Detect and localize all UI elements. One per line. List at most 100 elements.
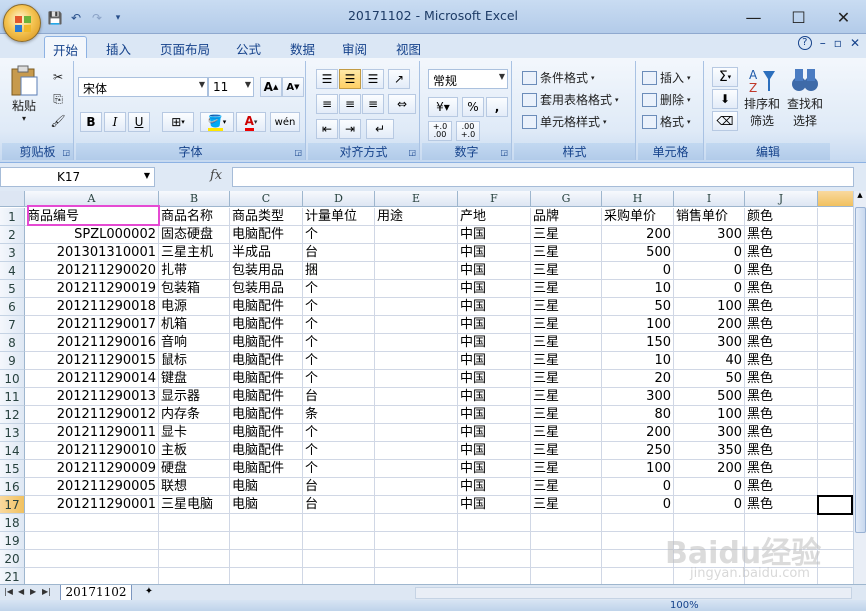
cell-g15[interactable]: 三星 <box>531 460 602 478</box>
find-select-button[interactable]: 查找和 选择 <box>784 65 826 129</box>
decrease-decimal-button[interactable]: .00 +.0 <box>456 121 480 141</box>
cell-j18[interactable] <box>745 514 818 532</box>
align-center-icon[interactable]: ≡ <box>339 94 361 114</box>
cell-c18[interactable] <box>230 514 303 532</box>
cell-d21[interactable] <box>303 568 375 584</box>
first-sheet-icon[interactable]: |◀ <box>4 587 13 596</box>
cell-k20[interactable] <box>818 550 853 568</box>
cell-e15[interactable] <box>375 460 458 478</box>
paste-button[interactable]: 粘贴 ▾ <box>6 65 42 123</box>
cell-j8[interactable]: 黑色 <box>745 334 818 352</box>
cell-c11[interactable]: 电脑配件 <box>230 388 303 406</box>
tab-data[interactable]: 数据 <box>282 36 323 58</box>
cell-g3[interactable]: 三星 <box>531 244 602 262</box>
cell-d5[interactable]: 个 <box>303 280 375 298</box>
cell-i7[interactable]: 200 <box>674 316 745 334</box>
conditional-format-button[interactable]: 条件格式 ▾ <box>522 69 595 86</box>
row-header-5[interactable]: 5 <box>0 280 25 298</box>
cell-a10[interactable]: 201211290014 <box>25 370 159 388</box>
cell-k3[interactable] <box>818 244 853 262</box>
cell-c17[interactable]: 电脑 <box>230 496 303 514</box>
font-launcher-icon[interactable]: ◲ <box>294 148 302 157</box>
worksheet-grid[interactable]: A B C D E F G H I J 1 商品编号 商品名称 商品类型 计量单位 用途 产地 品牌 采购单价 销售单… <box>0 191 853 584</box>
phonetic-button[interactable]: wén <box>270 112 300 132</box>
cell-b16[interactable]: 联想 <box>159 478 230 496</box>
cell-j10[interactable]: 黑色 <box>745 370 818 388</box>
cell-d1[interactable]: 计量单位 <box>303 208 375 226</box>
shrink-font-button[interactable]: A ▼ <box>282 77 304 97</box>
number-format-select[interactable]: 常规 ▼ <box>428 69 508 89</box>
sort-filter-button[interactable]: AZ 排序和 筛选 <box>742 65 782 129</box>
cell-d18[interactable] <box>303 514 375 532</box>
autosum-button[interactable]: Σ ▾ <box>712 67 738 87</box>
help-icon[interactable]: ? <box>797 36 812 50</box>
cell-k2[interactable] <box>818 226 853 244</box>
cell-f12[interactable]: 中国 <box>458 406 531 424</box>
cell-f14[interactable]: 中国 <box>458 442 531 460</box>
cell-e10[interactable] <box>375 370 458 388</box>
cell-e2[interactable] <box>375 226 458 244</box>
cell-j6[interactable]: 黑色 <box>745 298 818 316</box>
cell-a21[interactable] <box>25 568 159 584</box>
cell-h4[interactable]: 0 <box>602 262 674 280</box>
cell-f10[interactable]: 中国 <box>458 370 531 388</box>
cell-g2[interactable]: 三星 <box>531 226 602 244</box>
row-header-7[interactable]: 7 <box>0 316 25 334</box>
active-cell-k17[interactable] <box>817 495 853 515</box>
cell-b7[interactable]: 机箱 <box>159 316 230 334</box>
cell-f7[interactable]: 中国 <box>458 316 531 334</box>
format-painter-icon[interactable]: 🖌 <box>48 111 68 131</box>
cell-c10[interactable]: 电脑配件 <box>230 370 303 388</box>
cell-a20[interactable] <box>25 550 159 568</box>
cell-j16[interactable]: 黑色 <box>745 478 818 496</box>
cell-f9[interactable]: 中国 <box>458 352 531 370</box>
cell-h9[interactable]: 10 <box>602 352 674 370</box>
cell-e4[interactable] <box>375 262 458 280</box>
grow-font-button[interactable]: A ▲ <box>260 77 282 97</box>
workbook-minimize-icon[interactable]: – <box>820 36 826 50</box>
cell-k6[interactable] <box>818 298 853 316</box>
number-launcher-icon[interactable]: ◲ <box>500 148 508 157</box>
cell-c16[interactable]: 电脑 <box>230 478 303 496</box>
cell-b14[interactable]: 主板 <box>159 442 230 460</box>
cell-j3[interactable]: 黑色 <box>745 244 818 262</box>
cell-f1[interactable]: 产地 <box>458 208 531 226</box>
cell-g21[interactable] <box>531 568 602 584</box>
cell-f6[interactable]: 中国 <box>458 298 531 316</box>
cell-b2[interactable]: 固态硬盘 <box>159 226 230 244</box>
cell-b12[interactable]: 内存条 <box>159 406 230 424</box>
cell-e8[interactable] <box>375 334 458 352</box>
cell-a17[interactable]: 201211290001 <box>25 496 159 514</box>
next-sheet-icon[interactable]: ▶ <box>30 587 36 596</box>
cell-k7[interactable] <box>818 316 853 334</box>
cell-c8[interactable]: 电脑配件 <box>230 334 303 352</box>
merge-center-icon[interactable]: ⇔ <box>388 94 416 114</box>
cell-b18[interactable] <box>159 514 230 532</box>
paste-dropdown-icon[interactable]: ▾ <box>22 114 26 123</box>
increase-decimal-button[interactable]: +.0 .00 <box>428 121 452 141</box>
cell-b21[interactable] <box>159 568 230 584</box>
horizontal-scrollbar[interactable] <box>415 587 852 599</box>
column-header-k[interactable] <box>818 191 853 207</box>
cell-k9[interactable] <box>818 352 853 370</box>
column-header-i[interactable]: I <box>674 191 745 207</box>
row-header-13[interactable]: 13 <box>0 424 25 442</box>
cell-h6[interactable]: 50 <box>602 298 674 316</box>
cell-d9[interactable]: 个 <box>303 352 375 370</box>
cell-d7[interactable]: 个 <box>303 316 375 334</box>
cell-e9[interactable] <box>375 352 458 370</box>
cell-e18[interactable] <box>375 514 458 532</box>
cell-i1[interactable]: 销售单价 <box>674 208 745 226</box>
cell-g19[interactable] <box>531 532 602 550</box>
cell-g5[interactable]: 三星 <box>531 280 602 298</box>
cell-b15[interactable]: 硬盘 <box>159 460 230 478</box>
cell-b10[interactable]: 键盘 <box>159 370 230 388</box>
cell-c20[interactable] <box>230 550 303 568</box>
copy-icon[interactable]: ⎘ <box>48 89 68 109</box>
cell-g20[interactable] <box>531 550 602 568</box>
cell-i4[interactable]: 0 <box>674 262 745 280</box>
cell-g17[interactable]: 三星 <box>531 496 602 514</box>
cell-b5[interactable]: 包装箱 <box>159 280 230 298</box>
cell-b6[interactable]: 电源 <box>159 298 230 316</box>
cell-f21[interactable] <box>458 568 531 584</box>
